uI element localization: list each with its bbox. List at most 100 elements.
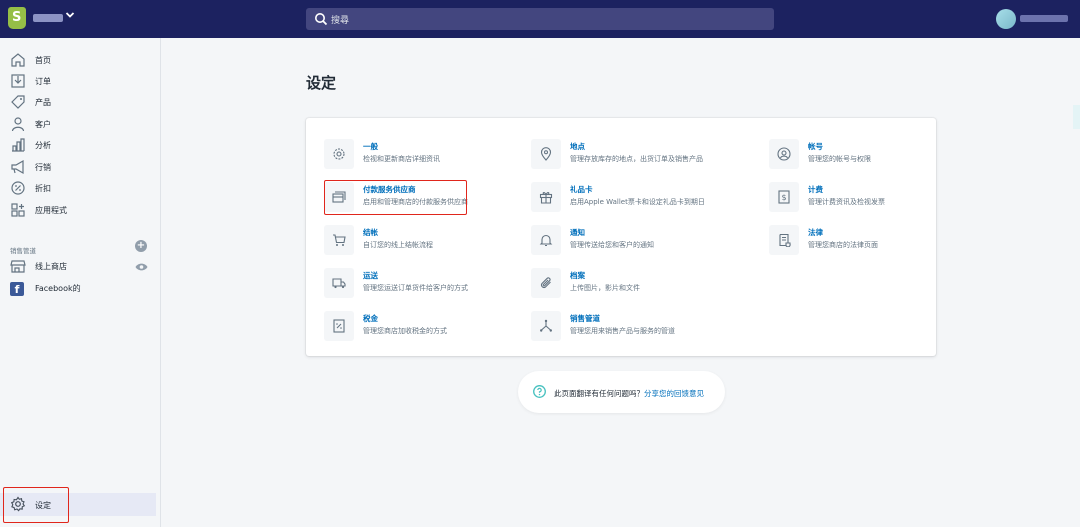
setting-legal[interactable]: 法律 管理您商店的法律页面: [769, 225, 969, 261]
setting-shipping[interactable]: 运送 管理您运送订单货件给客户的方式: [324, 268, 524, 304]
feedback-link[interactable]: 分享您的回馈意见: [644, 389, 704, 398]
channels-icon: [540, 319, 552, 332]
setting-general[interactable]: 一般 检视和更新商店详细资讯: [324, 139, 524, 175]
orders-icon: [11, 74, 25, 88]
setting-files[interactable]: 档案 上传图片，影片和文件: [531, 268, 731, 304]
setting-icon-box: [531, 139, 561, 169]
setting-billing[interactable]: $ 计费 管理计费资讯及检视发票: [769, 182, 969, 218]
sidebar-item-products[interactable]: 产品: [0, 92, 161, 112]
setting-icon-box: [324, 225, 354, 255]
setting-description: 管理您商店加收税金的方式: [363, 327, 447, 335]
highlight-box-payment-providers: [324, 180, 467, 215]
setting-description: 上传图片，影片和文件: [570, 284, 640, 292]
setting-description: 管理传送给您和客户的通知: [570, 241, 654, 249]
bar-chart-icon: [12, 138, 25, 152]
question-circle-icon: [533, 385, 546, 398]
billing-icon: $: [778, 190, 790, 204]
user-name[interactable]: [1020, 15, 1068, 22]
sidebar-item-analytics[interactable]: 分析: [0, 135, 161, 155]
setting-title[interactable]: 帐号: [808, 141, 823, 152]
setting-description: 管理您的帐号与权限: [808, 155, 871, 163]
setting-description: 管理计费资讯及检视发票: [808, 198, 885, 206]
account-icon: [777, 147, 791, 161]
setting-title[interactable]: 法律: [808, 227, 823, 238]
highlight-box-settings: [3, 487, 69, 523]
sidebar-item-label: 订单: [35, 77, 51, 86]
sidebar-item-orders[interactable]: 订单: [0, 71, 161, 91]
setting-icon-box: [324, 139, 354, 169]
setting-notifications[interactable]: 通知 管理传送给您和客户的通知: [531, 225, 731, 261]
avatar[interactable]: [996, 9, 1016, 29]
sidebar-item-marketing[interactable]: 行销: [0, 157, 161, 177]
truck-icon: [332, 278, 346, 289]
gear-icon: [333, 148, 345, 160]
home-icon: [11, 53, 25, 67]
setting-taxes[interactable]: 税金 管理您商店加收税金的方式: [324, 311, 524, 347]
sidebar-item-label: 折扣: [35, 184, 51, 193]
translation-feedback: 此页面翻译有任何问题吗？分享您的回馈意见: [518, 371, 725, 413]
sidebar-item-label: 产品: [35, 98, 51, 107]
sidebar-item-label: 行销: [35, 163, 51, 172]
sidebar-item-label: Facebook的: [35, 284, 81, 293]
setting-description: 检视和更新商店详细资讯: [363, 155, 440, 163]
sales-channels-heading: 销售管道: [10, 247, 36, 255]
shopify-logo-icon[interactable]: [8, 7, 26, 29]
setting-title[interactable]: 一般: [363, 141, 378, 152]
setting-title[interactable]: 礼品卡: [570, 184, 593, 195]
setting-gift-cards[interactable]: 礼品卡 启用Apple Wallet票卡和设定礼品卡到期日: [531, 182, 731, 218]
setting-icon-box: [769, 225, 799, 255]
setting-icon-box: [531, 182, 561, 212]
search-input[interactable]: 搜尋: [306, 8, 774, 30]
chevron-down-icon[interactable]: [65, 10, 75, 23]
sidebar-item-label: 首页: [35, 56, 51, 65]
setting-title[interactable]: 税金: [363, 313, 378, 324]
tax-icon: [333, 319, 345, 333]
setting-title[interactable]: 计费: [808, 184, 823, 195]
setting-account[interactable]: 帐号 管理您的帐号与权限: [769, 139, 969, 175]
store-name[interactable]: [33, 14, 63, 22]
sidebar-item-label: 分析: [35, 141, 51, 150]
setting-description: 自订您的线上结帐流程: [363, 241, 433, 249]
setting-title[interactable]: 销售管道: [570, 313, 600, 324]
cart-icon: [333, 234, 346, 246]
add-channel-plus-icon[interactable]: +: [135, 240, 147, 252]
setting-sales-channels[interactable]: 销售管道 管理您用来销售产品与服务的管道: [531, 311, 731, 347]
setting-title[interactable]: 地点: [570, 141, 585, 152]
setting-title[interactable]: 通知: [570, 227, 585, 238]
feedback-question: 此页面翻译有任何问题吗？: [554, 389, 644, 398]
setting-description: 启用Apple Wallet票卡和设定礼品卡到期日: [570, 198, 705, 206]
apps-icon: [11, 203, 25, 217]
setting-icon-box: [531, 311, 561, 341]
setting-icon-box: $: [769, 182, 799, 212]
settings-card: 一般 检视和更新商店详细资讯 付款服务供应商 启用和管理商店的付款服务供应商 结…: [306, 118, 936, 356]
right-edge-decoration: [1073, 105, 1080, 129]
svg-text:$: $: [781, 193, 786, 202]
setting-description: 管理您商店的法律页面: [808, 241, 878, 249]
eye-icon[interactable]: [135, 262, 148, 272]
sidebar-item-facebook[interactable]: f Facebook的: [0, 278, 161, 298]
location-pin-icon: [540, 147, 552, 161]
tag-icon: [11, 95, 25, 109]
search-icon: [315, 13, 328, 26]
setting-title[interactable]: 运送: [363, 270, 378, 281]
sidebar-item-customers[interactable]: 客户: [0, 114, 161, 134]
sidebar-item-apps[interactable]: 应用程式: [0, 200, 161, 220]
setting-title[interactable]: 档案: [570, 270, 585, 281]
sidebar-item-label: 线上商店: [35, 262, 67, 271]
feedback-text: 此页面翻译有任何问题吗？分享您的回馈意见: [554, 388, 704, 399]
person-icon: [11, 117, 25, 132]
sidebar-item-home[interactable]: 首页: [0, 50, 161, 70]
setting-description: 管理存放库存的地点，出货订单及销售产品: [570, 155, 703, 163]
setting-checkout[interactable]: 结帐 自订您的线上结帐流程: [324, 225, 524, 261]
setting-icon-box: [531, 268, 561, 298]
setting-title[interactable]: 结帐: [363, 227, 378, 238]
gift-icon: [539, 192, 553, 204]
legal-scroll-icon: [779, 233, 791, 247]
facebook-icon: f: [10, 282, 24, 296]
setting-locations[interactable]: 地点 管理存放库存的地点，出货订单及销售产品: [531, 139, 731, 175]
store-icon: [10, 260, 26, 273]
sidebar: 首页 订单 产品 客户 分析 行销 折扣 应用程式 销售管道 + 线上商店 f …: [0, 38, 161, 527]
setting-description: 管理您运送订单货件给客户的方式: [363, 284, 468, 292]
paperclip-icon: [540, 277, 551, 289]
sidebar-item-discounts[interactable]: 折扣: [0, 178, 161, 198]
